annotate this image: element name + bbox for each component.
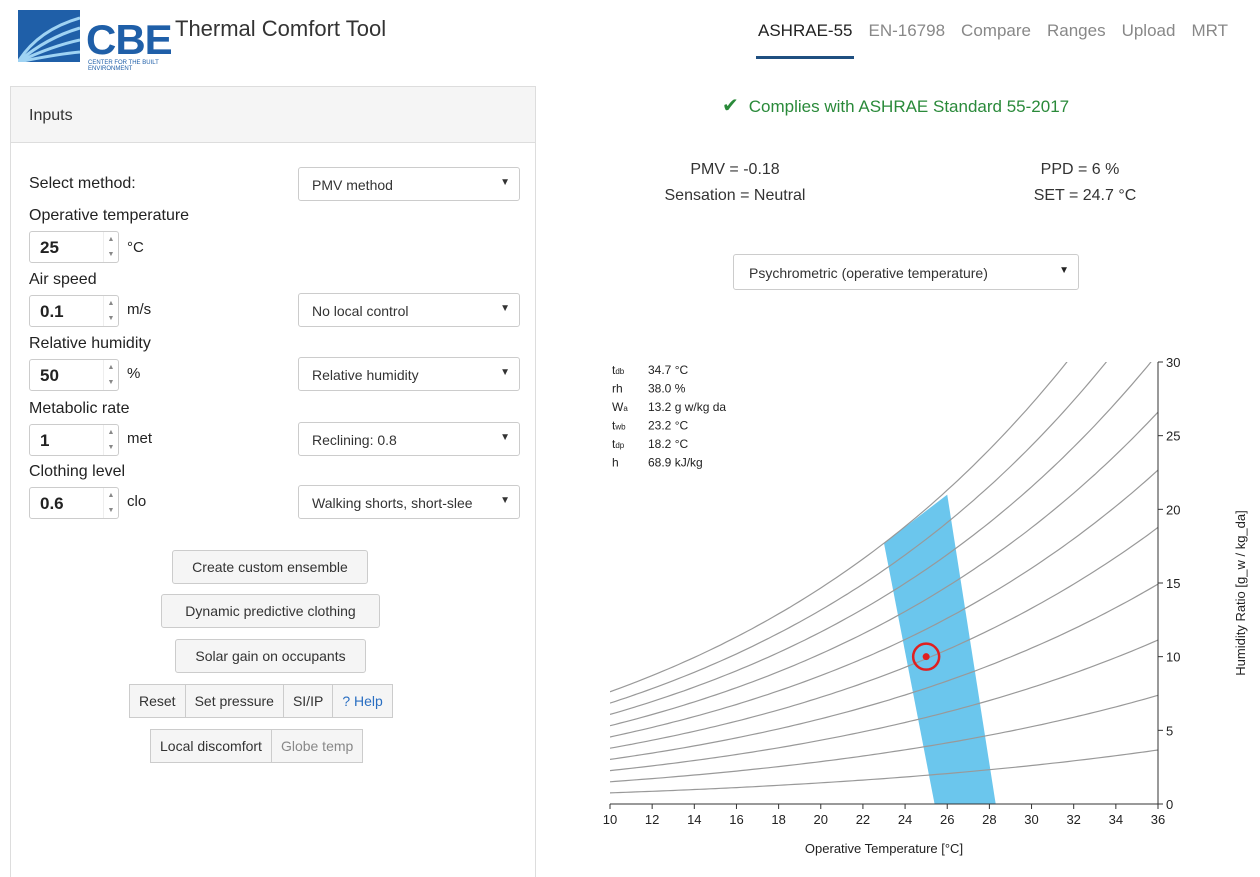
x-tick-label: 34: [1109, 812, 1123, 827]
y-tick-label: 30: [1166, 355, 1180, 370]
readout-key: h: [612, 456, 619, 470]
readout-value: 23.2 °C: [648, 419, 688, 433]
x-tick-label: 28: [982, 812, 996, 827]
readout-value: 18.2 °C: [648, 437, 688, 451]
current-condition-point: [922, 653, 930, 661]
rh-curve: [610, 749, 1158, 794]
x-tick-label: 16: [729, 812, 743, 827]
y-tick-label: 20: [1166, 502, 1180, 517]
comfort-zone: [884, 494, 996, 804]
readout-key: tdb: [612, 363, 625, 377]
x-tick-label: 32: [1066, 812, 1080, 827]
readout-value: 34.7 °C: [648, 363, 688, 377]
rh-curve: [610, 362, 1108, 704]
x-tick-label: 12: [645, 812, 659, 827]
x-tick-label: 10: [603, 812, 617, 827]
y-tick-label: 25: [1166, 429, 1180, 444]
readout-value: 13.2 g w/kg da: [648, 400, 726, 414]
rh-curve: [610, 639, 1158, 772]
readout-key: Wa: [612, 400, 628, 414]
x-tick-label: 24: [898, 812, 912, 827]
y-tick-label: 0: [1166, 797, 1173, 812]
readout-key: tdp: [612, 437, 625, 451]
x-tick-label: 14: [687, 812, 701, 827]
y-tick-label: 5: [1166, 723, 1173, 738]
x-tick-label: 26: [940, 812, 954, 827]
rh-curve: [610, 469, 1158, 738]
x-tick-label: 20: [814, 812, 828, 827]
x-axis-label: Operative Temperature [°C]: [805, 841, 963, 856]
readout-key: twb: [612, 419, 626, 433]
psychrometric-chart[interactable]: 10 12 14 16 18 20 22 24 26 28 30 32 34 360 5 10 15 20 25 30…: [0, 0, 1260, 865]
y-tick-label: 10: [1166, 650, 1180, 665]
readout-value: 68.9 kJ/kg: [648, 456, 703, 470]
x-tick-label: 30: [1024, 812, 1038, 827]
x-tick-label: 22: [856, 812, 870, 827]
rh-curve: [610, 583, 1158, 760]
rh-curve: [610, 694, 1158, 783]
y-axis-label: Humidity Ratio [g_w / kg_da]: [1233, 510, 1248, 675]
y-tick-label: 15: [1166, 576, 1180, 591]
rh-curve: [610, 526, 1158, 749]
readout-key: rh: [612, 382, 623, 396]
readout-value: 38.0 %: [648, 382, 686, 396]
x-tick-label: 18: [771, 812, 785, 827]
x-tick-label: 36: [1151, 812, 1165, 827]
